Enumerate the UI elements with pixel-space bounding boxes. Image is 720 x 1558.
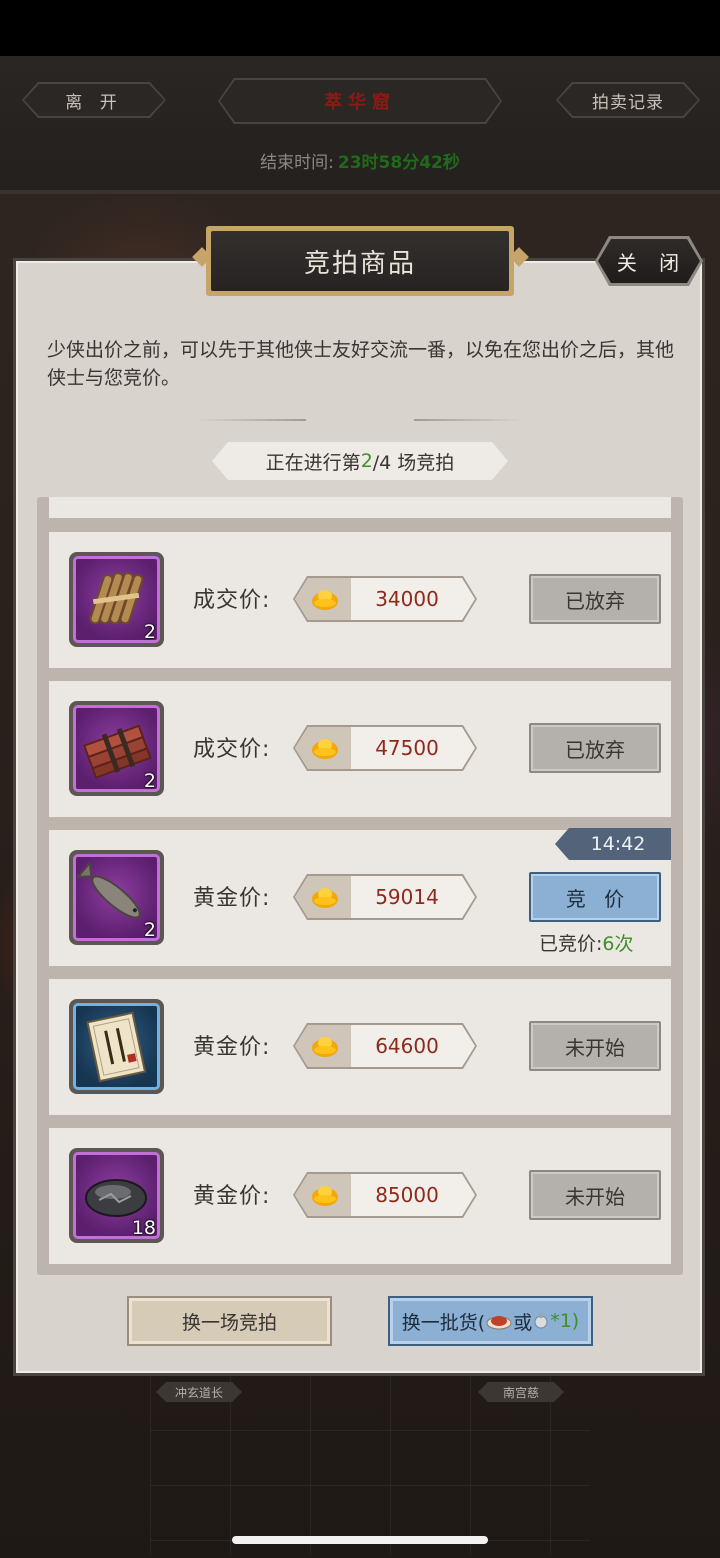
price-value: 59014 — [375, 885, 439, 909]
list-item: 2 成交价: 34000 已放弃 — [49, 532, 671, 668]
price-label: 黄金价: — [193, 1035, 271, 1060]
price-box: 34000 — [293, 576, 477, 622]
price-box: 64600 — [293, 1023, 477, 1069]
refresh-label-prefix: 换一批货( — [401, 1311, 486, 1334]
bid-count-label: 已竞价: — [539, 933, 603, 955]
close-button[interactable]: 关 闭 — [595, 236, 703, 286]
price-label: 成交价: — [193, 588, 271, 613]
abandoned-button[interactable]: 已放弃 — [529, 723, 661, 773]
switch-auction-button[interactable]: 换一场竞拍 — [127, 1296, 332, 1346]
game-header — [0, 56, 720, 194]
leave-button-label: 离 开 — [24, 84, 164, 116]
item-count: 2 — [143, 770, 156, 792]
not-started-button[interactable]: 未开始 — [529, 1021, 661, 1071]
scene-floor-grid — [150, 1375, 590, 1555]
round-current: 2 — [360, 450, 373, 472]
bid-count: 已竞价:6次 — [539, 929, 634, 956]
bid-count-unit: 次 — [614, 933, 634, 955]
round-prefix: 正在进行第 — [265, 451, 361, 474]
status-bar — [0, 0, 720, 56]
round-banner: 正在进行第 2/4 场竞拍 — [212, 442, 508, 480]
auction-item-list[interactable]: 2 成交价: 34000 已放弃 2 成交价: 47500 已放弃 2 黄金价:… — [37, 497, 683, 1275]
abandoned-button[interactable]: 已放弃 — [529, 574, 661, 624]
price-value: 34000 — [375, 587, 439, 611]
npc-name-tag[interactable]: 南宫慈 — [478, 1382, 564, 1402]
list-item-active: 2 黄金价: 59014 14:42 竞 价 已竞价:6次 — [49, 828, 671, 966]
scroll-book-icon — [86, 1011, 147, 1083]
refresh-goods-button[interactable]: 换一批货( 或 *1) — [388, 1296, 593, 1346]
gold-ingot-icon — [311, 885, 339, 909]
price-label: 黄金价: — [193, 886, 271, 911]
list-item: 黄金价: 64600 未开始 — [49, 979, 671, 1115]
npc-name-tag[interactable]: 冲玄道长 — [156, 1382, 242, 1402]
price-label: 成交价: — [193, 737, 271, 762]
round-suffix: /4 场竞拍 — [372, 451, 455, 474]
price-value: 47500 — [375, 736, 439, 760]
end-time-value: 23时58分42秒 — [337, 153, 460, 173]
item-slot[interactable]: 2 — [69, 701, 164, 796]
location-title-text: 萃华窟 — [220, 80, 500, 122]
close-button-label: 关 闭 — [598, 239, 700, 283]
list-item: 18 黄金价: 85000 未开始 — [49, 1128, 671, 1264]
item-count: 2 — [143, 621, 156, 643]
price-label: 黄金价: — [193, 1184, 271, 1209]
location-title: 萃华窟 — [218, 78, 502, 124]
list-item-partial — [49, 497, 671, 518]
price-box: 85000 — [293, 1172, 477, 1218]
auction-records-label: 拍卖记录 — [558, 84, 698, 116]
item-count: 2 — [143, 919, 156, 941]
list-item: 2 成交价: 47500 已放弃 — [49, 681, 671, 817]
leave-button[interactable]: 离 开 — [22, 82, 166, 118]
price-value: 85000 — [375, 1183, 439, 1207]
gold-ingot-icon — [311, 1034, 339, 1058]
item-slot[interactable]: 2 — [69, 850, 164, 945]
refresh-label-suffix: *1) — [550, 1310, 580, 1332]
refresh-label-or: 或 — [513, 1311, 533, 1334]
item-slot[interactable]: 18 — [69, 1148, 164, 1243]
not-started-button[interactable]: 未开始 — [529, 1170, 661, 1220]
countdown-timer: 14:42 — [555, 828, 671, 860]
auction-records-button[interactable]: 拍卖记录 — [556, 82, 700, 118]
dialog-title: 竞拍商品 — [211, 231, 509, 291]
gold-ingot-icon — [311, 1183, 339, 1207]
bid-count-value: 6 — [602, 933, 615, 955]
jade-token-icon — [534, 1313, 548, 1329]
divider-ornament-right — [414, 419, 524, 421]
gold-ingot-icon — [311, 736, 339, 760]
item-count: 18 — [131, 1217, 156, 1239]
item-slot[interactable]: 2 — [69, 552, 164, 647]
end-time: 结束时间: 23时58分42秒 — [0, 148, 720, 173]
price-box: 47500 — [293, 725, 477, 771]
bid-button[interactable]: 竞 价 — [529, 872, 661, 922]
item-slot[interactable] — [69, 999, 164, 1094]
price-box: 59014 — [293, 874, 477, 920]
divider-ornament-left — [196, 419, 306, 421]
price-value: 64600 — [375, 1034, 439, 1058]
home-indicator[interactable] — [232, 1536, 488, 1544]
gold-ingot-icon — [311, 587, 339, 611]
end-time-label: 结束时间: — [260, 153, 334, 173]
food-plate-icon — [486, 1316, 512, 1330]
intro-text: 少侠出价之前，可以先于其他侠士友好交流一番，以免在您出价之后，其他侠士与您竞价。 — [47, 339, 675, 389]
